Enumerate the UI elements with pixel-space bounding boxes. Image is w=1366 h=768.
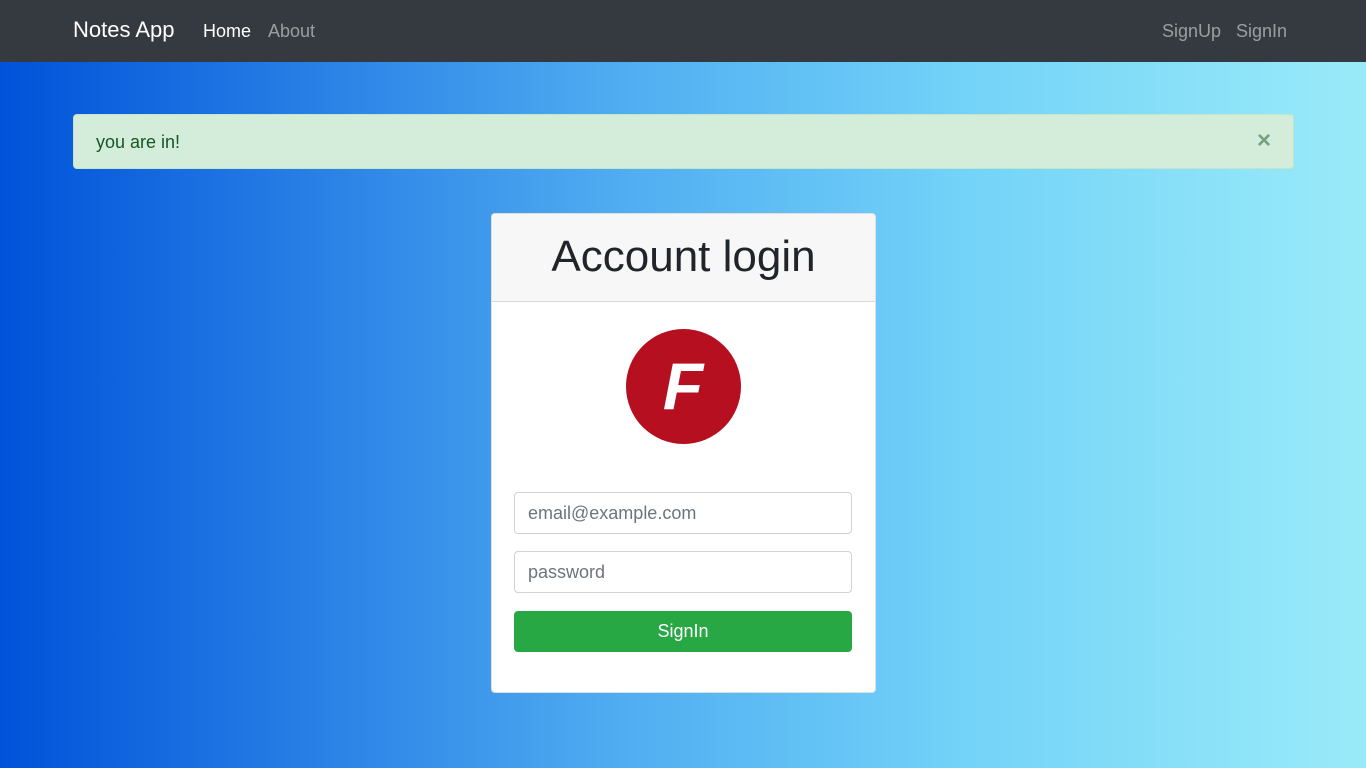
password-field[interactable]	[514, 551, 852, 593]
nav-link-signin[interactable]: SignIn	[1236, 21, 1287, 42]
card-header: Account login	[492, 214, 875, 302]
alert-message: you are in!	[96, 132, 181, 152]
login-card: Account login F SignIn	[491, 213, 876, 693]
page-title: Account login	[551, 232, 816, 281]
nav-link-home[interactable]: Home	[203, 21, 251, 42]
email-field[interactable]	[514, 492, 852, 534]
success-alert: you are in! ×	[73, 114, 1294, 169]
close-icon[interactable]: ×	[1253, 129, 1275, 153]
brand-link[interactable]: Notes App	[73, 17, 175, 43]
nav-link-signup[interactable]: SignUp	[1162, 21, 1221, 42]
letter-f-logo-icon: F	[626, 329, 741, 444]
logo-letter: F	[663, 349, 705, 423]
nav-link-about[interactable]: About	[268, 21, 315, 42]
signin-button[interactable]: SignIn	[514, 611, 852, 652]
top-navbar: Notes App Home About SignUp SignIn	[0, 0, 1366, 62]
